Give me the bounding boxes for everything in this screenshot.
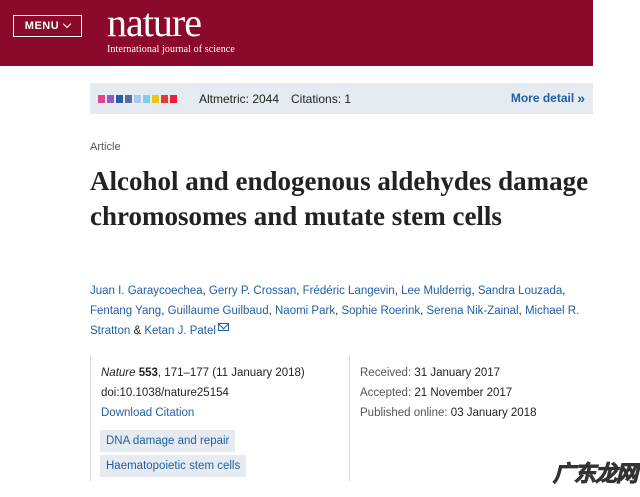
doi: doi:10.1038/nature25154 (101, 387, 229, 399)
article-type: Article (90, 141, 121, 153)
citation-panel: Nature 553, 171–177 (11 January 2018) do… (90, 356, 341, 481)
altmetric-segment (107, 95, 114, 103)
journal-name: Nature (101, 367, 136, 379)
author-link[interactable]: Lee Mulderrig (401, 285, 471, 297)
published-date: Published online: 03 January 2018 (360, 407, 536, 419)
nature-logo[interactable]: nature International journal of science (107, 0, 235, 56)
altmetric-score: Altmetric: 2044 (199, 92, 280, 106)
journal-citation: Nature 553, 171–177 (11 January 2018) (101, 367, 305, 379)
author-list: Juan I. Garaycoechea, Gerry P. Crossan, … (90, 281, 590, 341)
journal-volume: 553 (138, 367, 158, 379)
author-link[interactable]: Sandra Louzada (478, 285, 562, 297)
citations-count: Citations: 1 (291, 92, 352, 106)
watermark-logo: 广东龙网 (503, 454, 638, 490)
accepted-label: Accepted: (360, 387, 412, 399)
author-link[interactable]: Sophie Roerink (341, 305, 420, 317)
received-date: Received: 31 January 2017 (360, 367, 500, 379)
more-detail-link[interactable]: More detail » (511, 91, 585, 105)
altmetric-segment (170, 95, 177, 103)
logo-word: nature (107, 0, 202, 45)
subject-tag[interactable]: DNA damage and repair (100, 430, 236, 452)
altmetric-segment (98, 95, 105, 103)
author-link[interactable]: Naomi Park (275, 305, 335, 317)
watermark-text: 广东龙网 (552, 462, 638, 488)
author-link[interactable]: Juan I. Garaycoechea (90, 285, 203, 297)
author-separator: , (562, 285, 566, 297)
site-header: MENU nature International journal of sci… (0, 0, 593, 66)
metrics-bar: Altmetric: 2044 Citations: 1 More detail… (90, 83, 593, 114)
altmetric-segment (152, 95, 159, 103)
author-link[interactable]: Frédéric Langevin (303, 285, 395, 297)
author-link[interactable]: Fentang Yang (90, 305, 161, 317)
download-citation-link[interactable]: Download Citation (101, 407, 194, 419)
subject-tag[interactable]: Haematopoietic stem cells (100, 455, 247, 477)
article-title: Alcohol and endogenous aldehydes damage … (90, 166, 589, 231)
journal-pages-date: , 171–177 (11 January 2018) (157, 367, 305, 379)
author-ampersand: & (130, 325, 145, 337)
received-value: 31 January 2017 (414, 367, 501, 379)
published-label: Published online: (360, 407, 448, 419)
altmetric-segment (143, 95, 150, 103)
menu-label: MENU (24, 20, 60, 32)
published-value: 03 January 2018 (450, 407, 537, 419)
double-chevron-right-icon: » (577, 90, 585, 106)
logo-tagline: International journal of science (107, 44, 235, 55)
altmetric-segment (134, 95, 141, 103)
author-link[interactable]: Ketan J. Patel (144, 325, 216, 337)
author-link[interactable]: Guillaume Guilbaud (168, 305, 269, 317)
author-link[interactable]: Serena Nik-Zainal (427, 305, 519, 317)
altmetric-segment (161, 95, 168, 103)
chevron-down-icon (62, 19, 72, 29)
altmetric-badge[interactable] (98, 95, 177, 103)
envelope-icon[interactable] (217, 323, 229, 331)
menu-button[interactable]: MENU (13, 15, 82, 37)
accepted-date: Accepted: 21 November 2017 (360, 387, 512, 399)
received-label: Received: (360, 367, 412, 379)
altmetric-segment (116, 95, 123, 103)
author-link[interactable]: Gerry P. Crossan (209, 285, 296, 297)
accepted-value: 21 November 2017 (414, 387, 513, 399)
more-detail-label: More detail (510, 91, 575, 105)
altmetric-segment (125, 95, 132, 103)
